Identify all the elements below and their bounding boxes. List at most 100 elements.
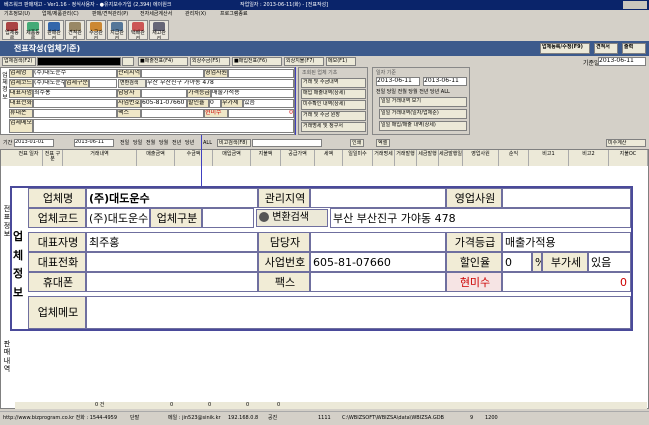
s-mobile-value[interactable] (33, 109, 117, 118)
col-supply[interactable]: 공급가액 (281, 150, 315, 166)
period-option[interactable]: 전월 (398, 89, 407, 95)
period-option[interactable]: 전년 (419, 89, 428, 95)
toolbar-btn-pay[interactable]: 지급관리 (107, 20, 127, 40)
toolbar-btn-sales[interactable]: 판매관리 (44, 20, 64, 40)
excel-button[interactable]: 엑셀 (376, 139, 390, 147)
type-value[interactable] (202, 208, 254, 228)
ledger-button[interactable]: 거래 및 수금 원장 (301, 111, 366, 121)
credit-collect-button[interactable]: 외상수금(F5) (190, 57, 230, 66)
period-option[interactable]: 전일 (376, 89, 385, 95)
col-sales[interactable]: 매출금액 (137, 150, 175, 166)
memo-value[interactable] (86, 296, 631, 329)
col-type[interactable]: 전표 구분 (43, 150, 63, 166)
col-statement[interactable]: 거래명세 (373, 150, 395, 166)
col-payoc[interactable]: 지불OC (609, 150, 648, 166)
convert-search-button[interactable]: 변환검색 (256, 209, 328, 227)
period-from-input[interactable]: 2013-01-01 (14, 139, 54, 147)
s-area-value[interactable] (141, 69, 204, 78)
menu-item[interactable]: 프로그램종료 (220, 10, 248, 19)
s-fax-value[interactable] (141, 109, 204, 118)
mobile-value[interactable] (86, 272, 258, 292)
menu-item[interactable]: 기초정보(U) (4, 10, 30, 19)
s-sales-value[interactable] (228, 69, 294, 78)
unpaid-calc-button[interactable]: 미수계산 (606, 139, 646, 147)
col-desc[interactable]: 거래내역 (63, 150, 137, 166)
s-memo-value[interactable] (33, 119, 294, 133)
s-manager-value[interactable] (141, 89, 187, 98)
menu-item[interactable]: 전자세금계산서 (140, 10, 172, 19)
col-remark2[interactable]: 비고2 (569, 150, 609, 166)
quote-button[interactable]: 견적서 (594, 43, 618, 54)
period-opt[interactable]: 당일 (133, 138, 142, 148)
s-phone-value[interactable] (33, 99, 117, 108)
fax-label: 팩스 (258, 272, 310, 292)
col-date[interactable]: 전표 일자 (15, 150, 43, 166)
col-purchase[interactable]: 매입금액 (213, 150, 251, 166)
company-search-input[interactable] (37, 57, 121, 66)
fax-value[interactable] (310, 272, 446, 292)
period-option[interactable]: 당일 (387, 89, 396, 95)
date-from-input[interactable]: 2013-06-11 (376, 77, 420, 86)
company-label: 업체명 (28, 188, 86, 208)
period-to-input[interactable]: 2013-06-11 (74, 139, 114, 147)
col-collect[interactable]: 수금액 (175, 150, 213, 166)
sales-slip-button[interactable]: ■매출전표(F4) (138, 57, 188, 66)
col-profit[interactable]: 순익 (499, 150, 529, 166)
toolbar-btn-quote[interactable]: 견적관리 (65, 20, 85, 40)
daily-trade-sorted-button[interactable]: 일일 거래내역(일자/업체순) (379, 109, 467, 119)
small-side-label: 업체정보 (2, 72, 8, 101)
toolbar-btn-product[interactable]: 제품등록 (23, 20, 43, 40)
period-opt[interactable]: ALL (203, 138, 212, 148)
toolbar-btn-delivery[interactable]: 택배관리 (128, 20, 148, 40)
trade-collect-button[interactable]: 거래 및 수금내역 (301, 78, 366, 88)
col-tax[interactable]: 세액 (315, 150, 343, 166)
col-salesman[interactable]: 영업사원 (463, 150, 499, 166)
period-opt[interactable]: 전년 (172, 138, 181, 148)
company-edit-button[interactable]: 업체등록/수정(F9) (540, 43, 590, 54)
toolbar-btn-company[interactable]: 업체등록 (2, 20, 22, 40)
memo-button[interactable]: 메모(F1) (326, 57, 356, 66)
phone-value[interactable] (86, 252, 258, 272)
remark-search-input[interactable] (252, 139, 322, 147)
col-daily-unpaid[interactable]: 일일미수 (343, 150, 373, 166)
sales-value[interactable] (502, 188, 631, 208)
window-controls[interactable] (623, 1, 647, 9)
menu-item[interactable]: 판매/견적관리(P) (92, 10, 128, 19)
col-pay[interactable]: 지불액 (251, 150, 281, 166)
toolbar-btn-collect[interactable]: 수금관리 (86, 20, 106, 40)
area-value[interactable] (310, 188, 446, 208)
period-option[interactable]: 당월 (408, 89, 417, 95)
menu-item[interactable]: 업체/제품관리(C) (42, 10, 79, 19)
print-button[interactable]: 출력 (622, 43, 646, 54)
unpaid-detail-button[interactable]: 미수확인 내역(상세) (301, 100, 366, 110)
form-title: 전표작성(업체기준) (14, 44, 81, 53)
toolbar-btn-stock[interactable]: 재고관리 (149, 20, 169, 40)
daily-buy-sell-button[interactable]: 일일 매입/매출 내역(상세) (379, 121, 467, 131)
buy-sell-detail-button[interactable]: 매입 매출내역(상세) (301, 89, 366, 99)
memo-label: 업체메모 (28, 296, 86, 329)
period-opt[interactable]: 당년 (185, 138, 194, 148)
period-opt[interactable]: 전일 (120, 138, 129, 148)
statement-button[interactable]: 거래명세 및 청구서 (301, 122, 366, 132)
bizno-value: 605-81-07660 (310, 252, 446, 272)
period-option[interactable]: 당년 (430, 89, 439, 95)
s-convert-button[interactable]: 변환검색 (118, 79, 146, 88)
col-tax-issue[interactable]: 세금발행 (417, 150, 439, 166)
period-option[interactable]: ALL (441, 89, 450, 95)
search-button[interactable] (122, 57, 134, 66)
manager-value[interactable] (310, 232, 446, 252)
base-date-input[interactable]: 2013-06-11 (598, 57, 646, 66)
credit-pay-button[interactable]: 외상지불(F7) (284, 57, 324, 66)
s-code-label: 업체코드 (9, 79, 33, 88)
col-tax-date[interactable]: 세금발행일 (439, 150, 463, 166)
period-opt[interactable]: 전월 (146, 138, 155, 148)
col-remark1[interactable]: 비고1 (529, 150, 569, 166)
purchase-slip-button[interactable]: ■매입전표(F6) (232, 57, 282, 66)
daily-trade-button[interactable]: 일일 거래내역 보기 (379, 97, 467, 107)
period-opt[interactable]: 당월 (159, 138, 168, 148)
col-issue[interactable]: 거래발행 (395, 150, 417, 166)
s-type-value[interactable] (89, 79, 117, 88)
menu-item[interactable]: 관리자(X) (185, 10, 206, 19)
print-list-button[interactable]: 인쇄 (350, 139, 364, 147)
date-to-input[interactable]: 2013-06-11 (423, 77, 467, 86)
